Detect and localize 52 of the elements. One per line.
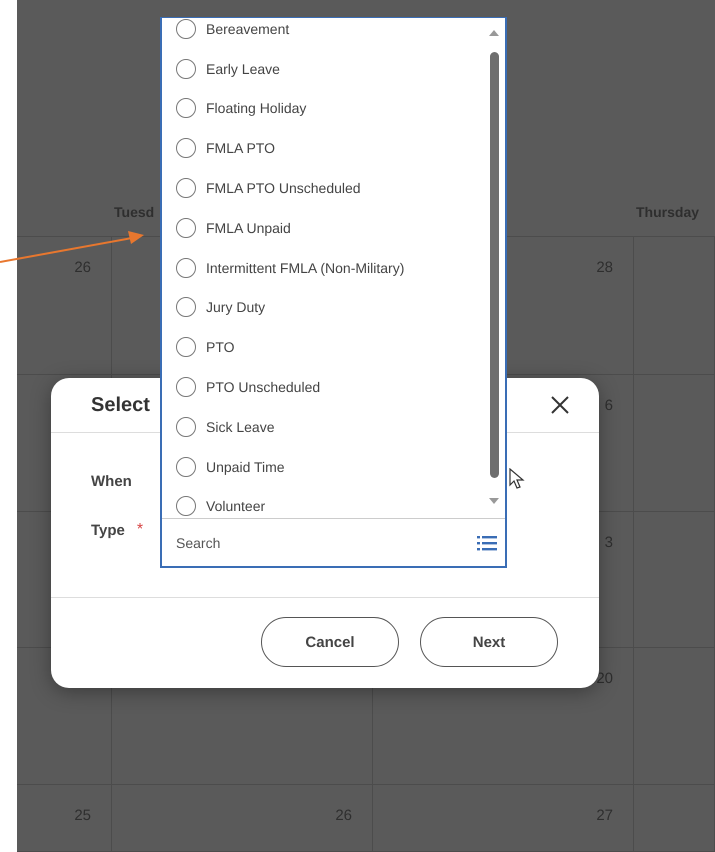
option-label: Sick Leave [206, 418, 274, 435]
option-label: FMLA Unpaid [206, 220, 291, 236]
option-label: Bereavement [206, 20, 290, 37]
option-item[interactable]: Early Leave [162, 48, 487, 89]
option-item[interactable]: FMLA Unpaid [162, 208, 487, 248]
required-mark: * [136, 521, 144, 539]
radio-button[interactable] [176, 416, 196, 437]
radio-button[interactable] [176, 377, 196, 398]
option-item[interactable]: PTO Unscheduled [162, 367, 487, 407]
option-item[interactable]: Sick Leave [162, 406, 487, 447]
scroll-up-icon[interactable] [489, 30, 499, 36]
option-item[interactable]: Intermittent FMLA (Non-Military) [162, 248, 487, 288]
radio-button[interactable] [176, 218, 196, 238]
option-label: Intermittent FMLA (Non-Military) [206, 260, 404, 276]
option-label: Volunteer [206, 498, 266, 514]
option-label: FMLA PTO Unscheduled [206, 180, 361, 196]
field-label: Type [91, 522, 125, 538]
radio-button[interactable] [176, 58, 196, 79]
dialog-button[interactable]: Cancel [261, 617, 399, 667]
option-item[interactable]: PTO [162, 327, 487, 368]
radio-button[interactable] [176, 18, 196, 39]
option-label: Unpaid Time [206, 458, 285, 475]
field-label: When [91, 472, 132, 490]
radio-button[interactable] [176, 138, 196, 158]
list-icon[interactable] [477, 534, 497, 550]
option-item[interactable]: FMLA PTO Unscheduled [162, 168, 487, 208]
option-item[interactable]: Volunteer [162, 486, 487, 518]
option-item[interactable]: Bereavement [162, 18, 487, 49]
close-icon [550, 395, 570, 415]
radio-button[interactable] [176, 98, 196, 118]
scrollbar-thumb[interactable] [490, 52, 498, 478]
radio-button[interactable] [176, 337, 196, 358]
option-item[interactable]: Floating Holiday [162, 88, 487, 128]
option-label: Early Leave [206, 60, 280, 77]
radio-button[interactable] [176, 178, 196, 198]
option-label: PTO Unscheduled [206, 379, 320, 396]
dialog-button[interactable]: Next [420, 617, 558, 667]
option-label: FMLA PTO [206, 140, 275, 156]
radio-button[interactable] [176, 297, 196, 318]
option-item[interactable]: Unpaid Time [162, 446, 487, 487]
option-label: Floating Holiday [206, 100, 306, 116]
radio-button[interactable] [176, 456, 196, 477]
radio-button[interactable] [176, 496, 196, 516]
option-label: PTO [206, 339, 235, 356]
dialog-title: Select [91, 394, 150, 416]
option-label: Jury Duty [206, 299, 266, 316]
mouse-cursor-icon [509, 468, 525, 490]
option-item[interactable]: FMLA PTO [162, 128, 487, 168]
close-button[interactable] [550, 395, 570, 415]
scroll-down-icon[interactable] [489, 498, 499, 504]
radio-button[interactable] [176, 258, 196, 278]
option-item[interactable]: Jury Duty [162, 288, 487, 328]
